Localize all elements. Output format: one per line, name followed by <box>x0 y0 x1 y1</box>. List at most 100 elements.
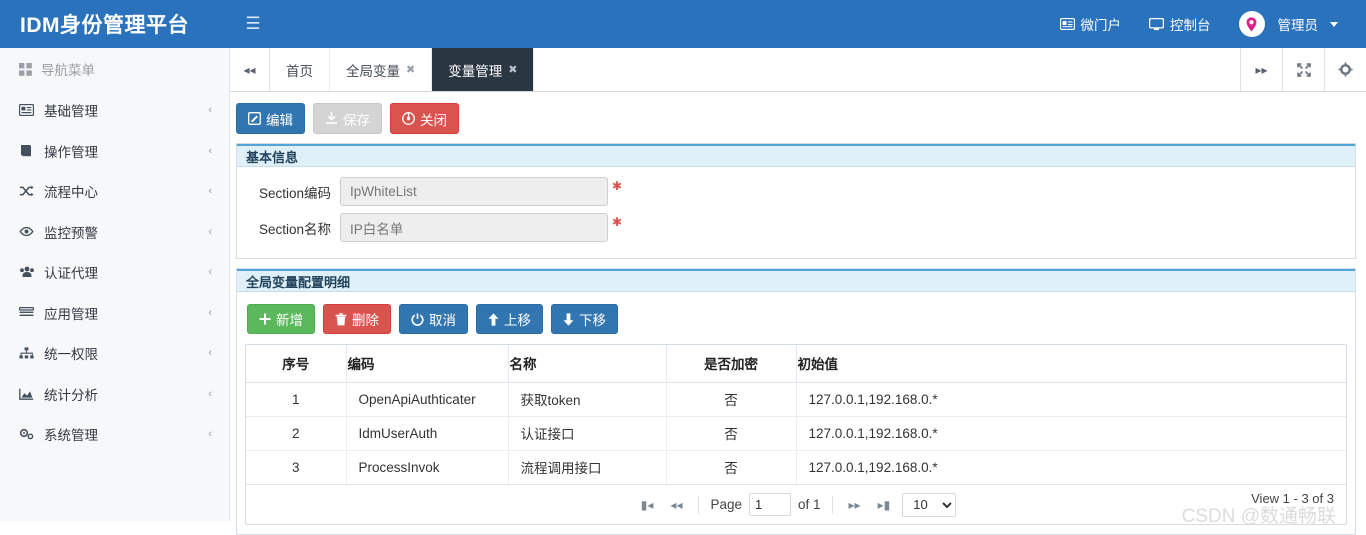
cell-value: 127.0.0.1,192.168.0.* <box>796 450 1346 484</box>
user-menu-label: 管理员 <box>1278 14 1319 34</box>
chevron-left-icon: ‹ <box>208 307 212 319</box>
required-marker: ✱ <box>612 177 622 193</box>
sidebar-item-label: 系统管理 <box>44 424 98 444</box>
page-size-select[interactable]: 10 <box>902 493 956 517</box>
sidebar-item-label: 应用管理 <box>44 303 98 323</box>
column-header-index[interactable]: 序号 <box>246 345 346 382</box>
tab-label: 全局变量 <box>346 60 400 80</box>
cell-name: 认证接口 <box>508 416 666 450</box>
edit-button[interactable]: 编辑 <box>236 103 305 134</box>
page-number-input[interactable] <box>749 493 791 516</box>
sidebar-item-auth-agent[interactable]: 认证代理 ‹ <box>0 252 229 293</box>
move-up-button-label: 上移 <box>504 309 531 329</box>
sidebar-item-label: 统计分析 <box>44 384 98 404</box>
page-prev-icon[interactable]: ◂◂ <box>665 498 687 512</box>
nav-item-label: 控制台 <box>1170 14 1211 34</box>
cell-value: 127.0.0.1,192.168.0.* <box>796 382 1346 416</box>
app-brand: IDM身份管理平台 <box>0 0 230 48</box>
save-button[interactable]: 保存 <box>313 103 382 134</box>
column-header-value[interactable]: 初始值 <box>796 345 1346 382</box>
sidebar-item-basic-management[interactable]: 基础管理 ‹ <box>0 90 229 131</box>
sidebar-item-label: 统一权限 <box>44 343 98 363</box>
list-icon <box>19 307 37 318</box>
close-button[interactable]: 关闭 <box>390 103 459 134</box>
chevron-left-icon: ‹ <box>208 428 212 440</box>
tab-global-variable[interactable]: 全局变量 ✖ <box>330 48 432 91</box>
chevron-left-icon: ‹ <box>208 145 212 157</box>
add-button-label: 新增 <box>276 309 303 329</box>
id-card-icon <box>1060 18 1075 30</box>
sitemap-icon <box>19 347 37 359</box>
cell-value: 127.0.0.1,192.168.0.* <box>796 416 1346 450</box>
section-code-label: Section编码 <box>245 182 340 202</box>
sidebar-item-unified-permission[interactable]: 统一权限 ‹ <box>0 333 229 374</box>
double-chevron-left-icon[interactable]: ◂◂ <box>230 48 270 91</box>
cell-encrypted: 否 <box>666 450 796 484</box>
users-icon <box>19 266 37 278</box>
section-name-input[interactable] <box>340 213 608 242</box>
sidebar-item-operation-management[interactable]: 操作管理 ‹ <box>0 131 229 172</box>
variables-table: 序号 编码 名称 是否加密 初始值 1 OpenApiAuthticater 获… <box>245 344 1347 525</box>
main-content: 编辑 保存 关闭 基本信息 Section编码 ✱ Section名称 <box>230 92 1366 521</box>
chevron-left-icon: ‹ <box>208 104 212 116</box>
close-button-label: 关闭 <box>420 109 447 129</box>
chart-area-icon <box>19 388 37 400</box>
table-row[interactable]: 3 ProcessInvok 流程调用接口 否 127.0.0.1,192.16… <box>246 450 1346 484</box>
expand-icon[interactable] <box>1282 48 1324 91</box>
column-header-encrypted[interactable]: 是否加密 <box>666 345 796 382</box>
page-last-icon[interactable]: ▸▮ <box>873 498 896 512</box>
double-chevron-right-icon[interactable]: ▸▸ <box>1240 48 1282 91</box>
table-header-row: 序号 编码 名称 是否加密 初始值 <box>246 345 1346 382</box>
desktop-icon <box>1149 18 1164 31</box>
sidebar-item-statistics-analysis[interactable]: 统计分析 ‹ <box>0 374 229 415</box>
table-row[interactable]: 1 OpenApiAuthticater 获取token 否 127.0.0.1… <box>246 382 1346 416</box>
sidebar-item-monitor-alert[interactable]: 监控预警 ‹ <box>0 212 229 253</box>
top-navbar: IDM身份管理平台 ☰ 微门户 控制台 管理员 <box>0 0 1366 48</box>
sidebar-item-label: 流程中心 <box>44 181 98 201</box>
section-name-label: Section名称 <box>245 218 340 238</box>
cell-encrypted: 否 <box>666 416 796 450</box>
plus-icon <box>259 313 271 325</box>
close-icon[interactable]: ✖ <box>508 63 517 76</box>
cancel-button[interactable]: 取消 <box>399 304 468 334</box>
nav-item-console[interactable]: 控制台 <box>1135 0 1225 48</box>
cancel-button-label: 取消 <box>429 309 456 329</box>
tab-bar-controls: ▸▸ <box>1240 48 1366 91</box>
sidebar-item-app-management[interactable]: 应用管理 ‹ <box>0 293 229 334</box>
table-row[interactable]: 2 IdmUserAuth 认证接口 否 127.0.0.1,192.168.0… <box>246 416 1346 450</box>
delete-button[interactable]: 删除 <box>323 304 391 334</box>
pager-divider <box>832 496 833 514</box>
page-next-icon[interactable]: ▸▸ <box>844 498 866 512</box>
move-down-button-label: 下移 <box>579 309 606 329</box>
move-up-button[interactable]: 上移 <box>476 304 543 334</box>
cell-code: IdmUserAuth <box>346 416 508 450</box>
add-button[interactable]: 新增 <box>247 304 315 334</box>
grid-icon <box>19 63 32 76</box>
section-code-input[interactable] <box>340 177 608 206</box>
cell-name: 流程调用接口 <box>508 450 666 484</box>
user-menu[interactable]: 管理员 <box>1225 0 1353 48</box>
gear-icon[interactable] <box>1324 48 1366 91</box>
column-header-code[interactable]: 编码 <box>346 345 508 382</box>
sidebar-item-label: 操作管理 <box>44 141 98 161</box>
sidebar-item-system-management[interactable]: 系统管理 ‹ <box>0 414 229 455</box>
close-icon[interactable]: ✖ <box>406 63 415 76</box>
sidebar-item-process-center[interactable]: 流程中心 ‹ <box>0 171 229 212</box>
sidebar-header: 导航菜单 <box>0 48 229 90</box>
sidebar-item-label: 认证代理 <box>44 262 98 282</box>
detail-toolbar: 新增 删除 取消 上移 <box>245 302 1347 344</box>
detail-panel-body: 新增 删除 取消 上移 <box>237 292 1355 534</box>
move-down-button[interactable]: 下移 <box>551 304 618 334</box>
cell-index: 2 <box>246 416 346 450</box>
tab-home[interactable]: 首页 <box>270 48 330 91</box>
hamburger-icon[interactable]: ☰ <box>230 0 276 48</box>
navbar-right: 微门户 控制台 管理员 <box>1046 0 1366 48</box>
page-label: Page <box>710 497 742 512</box>
nav-item-micro-portal[interactable]: 微门户 <box>1046 0 1136 48</box>
column-header-name[interactable]: 名称 <box>508 345 666 382</box>
cell-code: ProcessInvok <box>346 450 508 484</box>
page-of-label: of 1 <box>798 497 821 512</box>
pagination-view-label: View 1 - 3 of 3 <box>1251 491 1334 506</box>
page-first-icon[interactable]: ▮◂ <box>636 498 659 512</box>
tab-variable-management[interactable]: 变量管理 ✖ <box>432 48 534 91</box>
